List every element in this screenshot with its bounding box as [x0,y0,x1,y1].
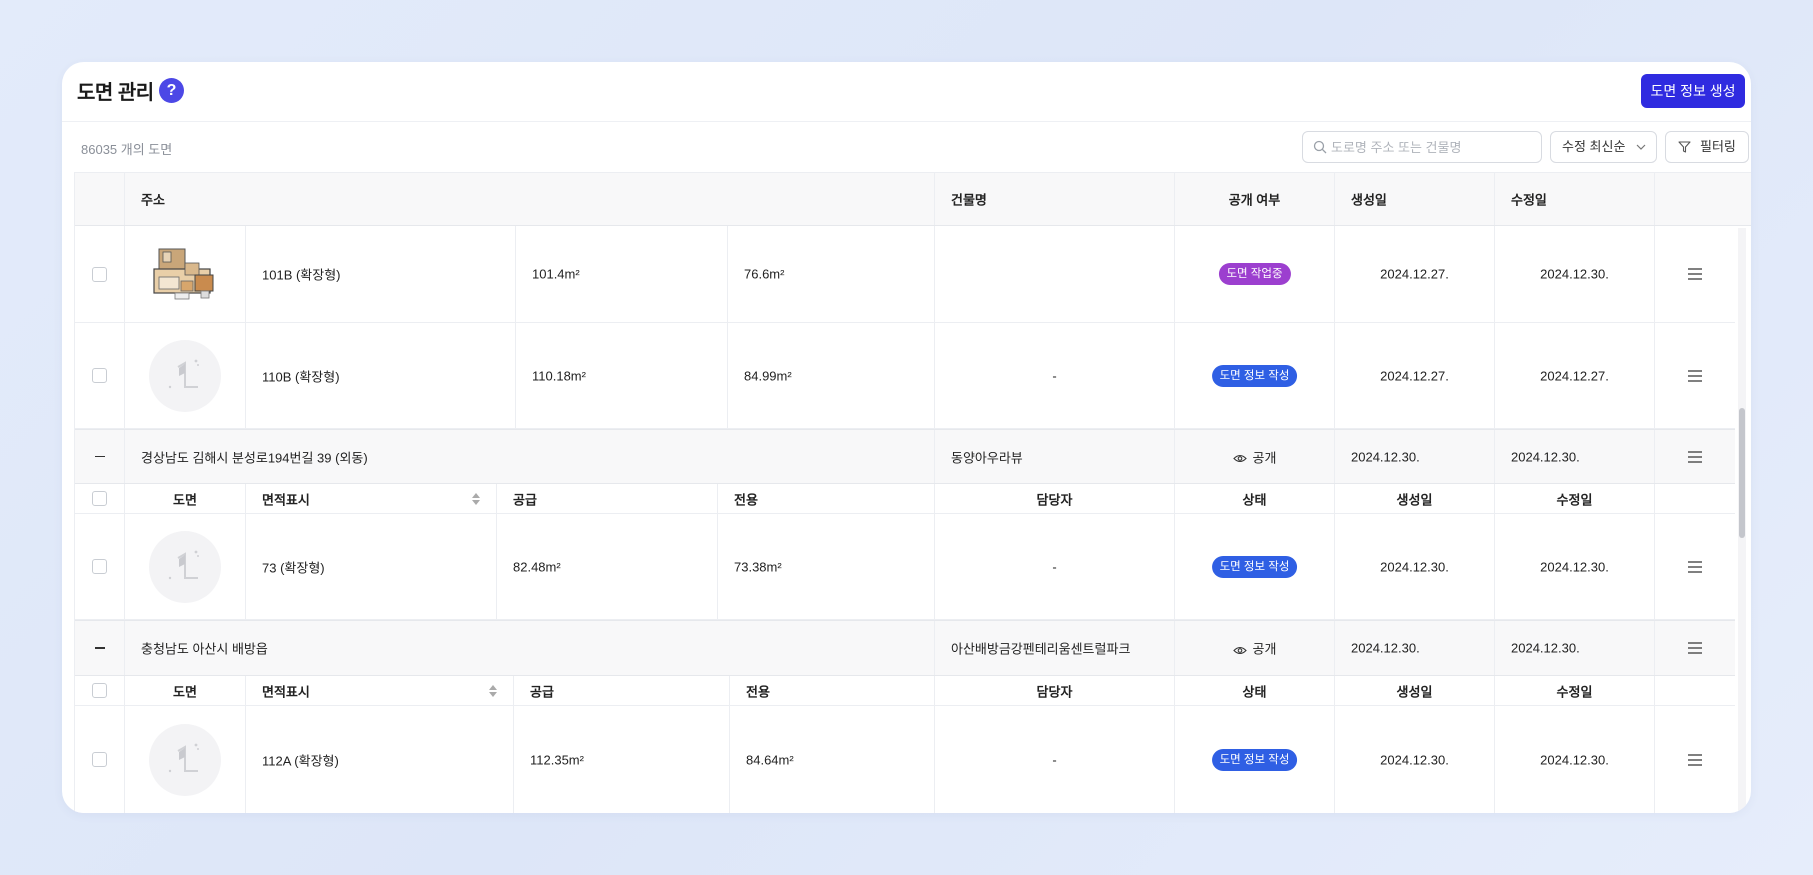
eye-icon [1232,455,1247,463]
hamburger-menu-icon[interactable] [1687,450,1703,464]
scrollbar-thumb[interactable] [1739,408,1745,538]
drawing-management-card: 도면 관리 ? 도면 정보 생성 86035 개의 도면 수정 최신순 필터링 … [62,62,1751,813]
row-checkbox[interactable] [92,559,107,574]
hamburger-menu-icon[interactable] [1687,641,1703,655]
filter-label: 필터링 [1700,139,1736,154]
page-title: 도면 관리 [77,82,154,104]
placeholder-thumbnail[interactable] [148,339,222,413]
sort-arrows-icon[interactable] [472,492,480,505]
placeholder-thumbnail[interactable] [148,530,222,604]
select-all-checkbox[interactable] [92,683,107,698]
sort-arrows-icon[interactable] [489,684,497,697]
visibility-label: 공개 [1252,450,1277,465]
group-row[interactable]: 경상남도 김해시 분성로194번길 39 (외동) 동양아우라뷰 공개 2024… [75,429,1735,484]
chevron-down-icon [1636,144,1646,150]
status-badge: 도면 정보 작성 [1211,364,1298,387]
status-badge: 도면 정보 작성 [1211,555,1298,578]
filter-icon [1678,141,1691,153]
sort-label: 수정 최신순 [1562,139,1626,154]
sort-dropdown[interactable]: 수정 최신순 [1550,131,1657,163]
hamburger-menu-icon[interactable] [1687,560,1703,574]
row-checkbox[interactable] [92,368,107,383]
filter-button[interactable]: 필터링 [1665,131,1749,163]
placeholder-thumbnail[interactable] [148,723,222,797]
group-address: 충청남도 아산시 배방읍 [141,641,268,657]
subtable-header: 도면 면적표시 공급 전용 담당자 상태 생성일 수정일 [75,676,1735,706]
create-drawing-info-button[interactable]: 도면 정보 생성 [1641,74,1745,108]
column-visibility: 공개 여부 [1228,192,1281,208]
help-icon[interactable]: ? [159,78,184,103]
column-created: 생성일 [1351,192,1387,208]
floorplan-thumbnail[interactable] [151,245,219,303]
hamburger-menu-icon[interactable] [1687,267,1703,281]
search-box[interactable] [1302,131,1542,163]
collapse-icon[interactable] [94,455,105,457]
row-checkbox[interactable] [92,752,107,767]
column-address: 주소 [141,192,165,208]
visibility-label: 공개 [1252,641,1277,657]
vertical-scrollbar[interactable] [1738,228,1746,813]
hamburger-menu-icon[interactable] [1687,369,1703,383]
table-row[interactable]: 110B (확장형) 110.18m² 84.99m² - 도면 정보 작성 2… [75,323,1735,429]
collapse-icon[interactable] [94,647,105,649]
table-row[interactable]: 112A (확장형) 112.35m² 84.64m² - 도면 정보 작성 2… [75,706,1735,813]
group-building: 동양아우라뷰 [951,450,1023,465]
select-all-checkbox[interactable] [92,491,107,506]
group-building: 아산배방금강펜테리움센트럴파크 [951,641,1131,657]
drawing-count: 86035 개의 도면 [81,142,173,157]
status-badge: 도면 정보 작성 [1211,748,1298,771]
drawing-table: 주소 건물명 공개 여부 생성일 수정일 101B (확장형) 101.4m² … [74,172,1751,813]
search-icon [1313,140,1327,154]
column-building: 건물명 [951,192,987,208]
column-modified: 수정일 [1511,192,1547,208]
table-row[interactable]: 101B (확장형) 101.4m² 76.6m² 도면 작업중 2024.12… [75,226,1735,323]
row-checkbox[interactable] [92,266,107,282]
eye-icon [1232,646,1247,654]
group-row[interactable]: 충청남도 아산시 배방읍 아산배방금강펜테리움센트럴파크 공개 2024.12.… [75,620,1735,676]
subtable-header: 도면 면적표시 공급 전용 담당자 상태 생성일 수정일 [75,484,1735,514]
page-header: 도면 관리 ? 도면 정보 생성 [62,62,1751,122]
table-row[interactable]: 73 (확장형) 82.48m² 73.38m² - 도면 정보 작성 2024… [75,514,1735,620]
search-input[interactable] [1331,137,1531,157]
group-address: 경상남도 김해시 분성로194번길 39 (외동) [141,450,368,465]
hamburger-menu-icon[interactable] [1687,753,1703,767]
table-header: 주소 건물명 공개 여부 생성일 수정일 [75,172,1751,226]
status-badge: 도면 작업중 [1218,263,1291,285]
